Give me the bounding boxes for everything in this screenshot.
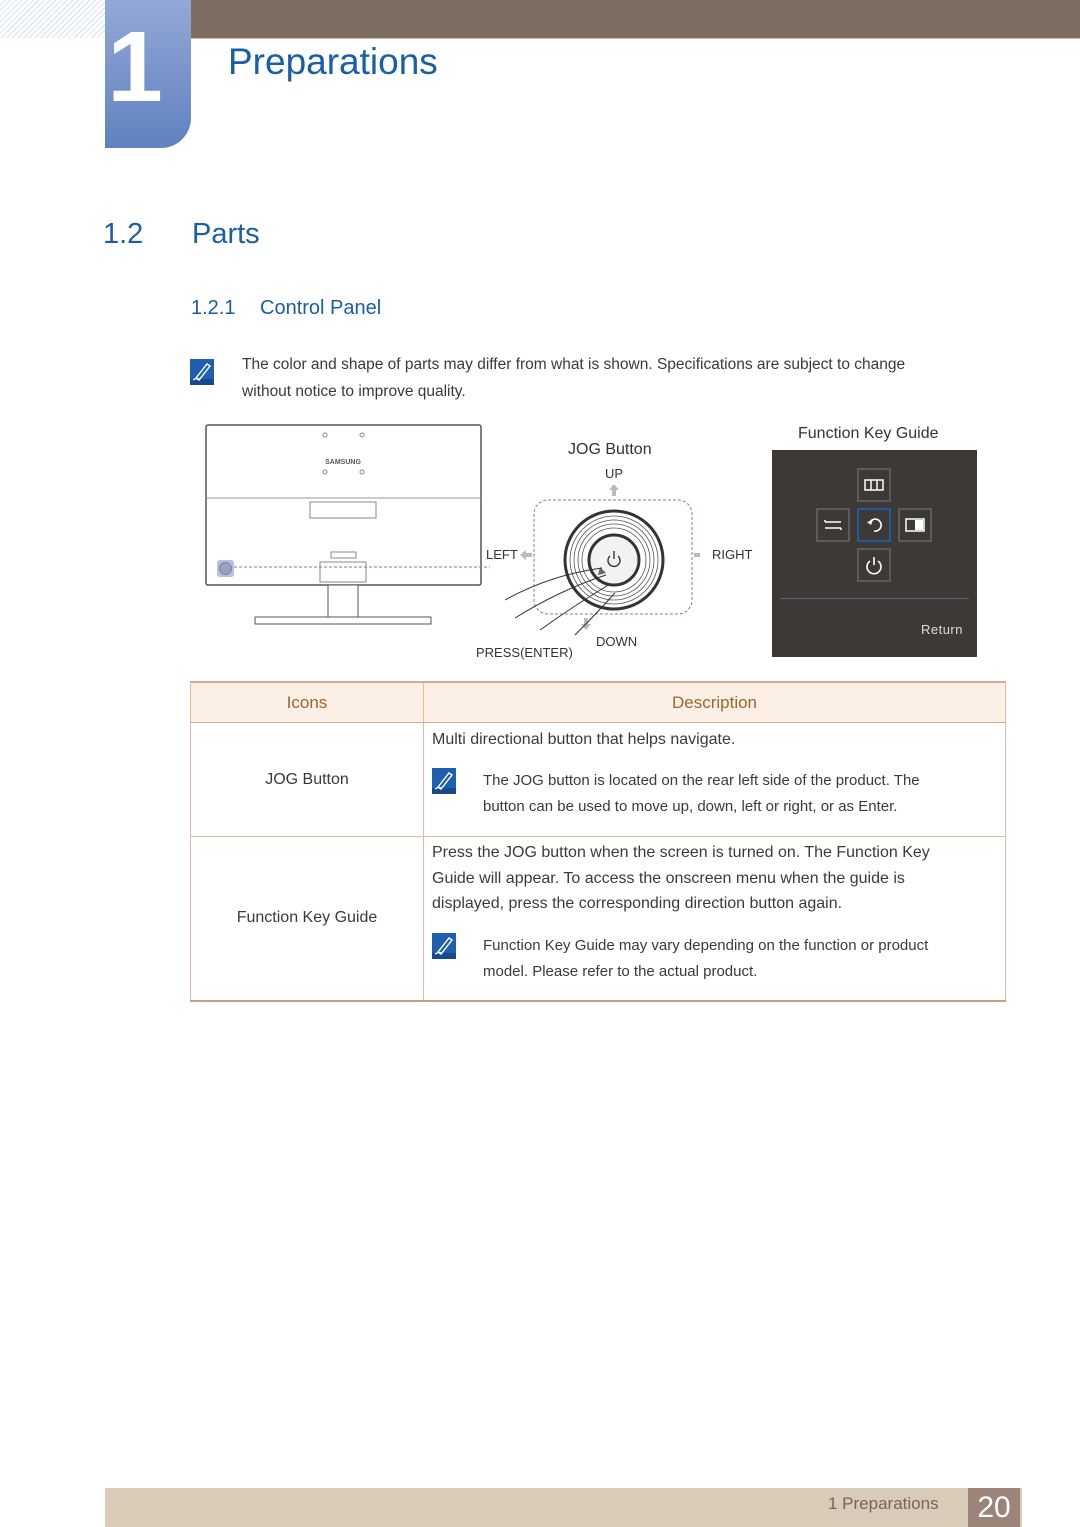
monitor-brand-label: SAMSUNG xyxy=(325,459,361,466)
intro-note-line-1: The color and shape of parts may differ … xyxy=(242,356,906,373)
jog-title: JOG Button xyxy=(568,441,652,458)
return-icon xyxy=(867,518,882,532)
source-icon xyxy=(824,520,842,530)
section-title: Parts xyxy=(192,218,260,250)
fkg-description-line-1: Press the JOG button when the screen is … xyxy=(432,844,930,861)
jog-button-illustration xyxy=(504,484,700,636)
fkg-return-button xyxy=(857,508,891,542)
header-hatch-decoration xyxy=(0,0,105,38)
fkg-note-line-1: Function Key Guide may vary depending on… xyxy=(483,936,929,954)
fkg-note-line-2: model. Please refer to the actual produc… xyxy=(483,962,758,980)
footer-chapter-label: 1 Preparations xyxy=(828,1494,939,1513)
fkg-description-line-2: Guide will appear. To access the onscree… xyxy=(432,869,905,887)
note-pencil-icon xyxy=(432,768,483,820)
pip-icon xyxy=(905,518,925,532)
control-panel-table: Icons Description JOG Button Multi direc… xyxy=(190,681,1006,1002)
fkg-menu-button xyxy=(857,468,891,502)
table-cell-description: Multi directional button that helps navi… xyxy=(423,722,1006,837)
table-cell-icon: JOG Button xyxy=(190,722,424,837)
fkg-source-button xyxy=(816,508,850,542)
jog-right-label: RIGHT xyxy=(712,547,753,562)
menu-icon xyxy=(864,479,884,491)
jog-press-label: PRESS(ENTER) xyxy=(476,645,573,660)
table-row: Function Key Guide Press the JOG button … xyxy=(190,836,1006,1002)
table-cell-icon: Function Key Guide xyxy=(190,836,424,1002)
table-header-icons: Icons xyxy=(190,681,424,723)
fkg-description-line-3: displayed, press the corresponding direc… xyxy=(432,895,843,912)
arrow-right-icon xyxy=(694,550,700,560)
note-pencil-icon xyxy=(190,359,214,385)
intro-note-line-2: without notice to improve quality. xyxy=(242,383,466,400)
table-header-description: Description xyxy=(423,681,1006,723)
jog-note-line-2: button can be used to move up, down, lef… xyxy=(483,798,898,815)
arrow-left-icon xyxy=(520,550,532,560)
subsection-number: 1.2.1 xyxy=(191,297,236,319)
note-pencil-icon xyxy=(432,932,483,985)
arrow-up-icon xyxy=(609,484,619,496)
subsection-title: Control Panel xyxy=(260,297,382,319)
function-key-guide-panel: Return xyxy=(772,450,977,657)
jog-up-label: UP xyxy=(605,466,624,481)
power-icon xyxy=(866,557,882,575)
table-row: JOG Button Multi directional button that… xyxy=(190,722,1006,837)
page-number: 20 xyxy=(968,1488,1020,1527)
monitor-rear-illustration: SAMSUNG xyxy=(205,424,490,625)
fkg-pip-button xyxy=(898,508,932,542)
fkg-return-label: Return xyxy=(920,622,963,637)
chapter-title: Preparations xyxy=(228,41,438,82)
jog-description: Multi directional button that helps navi… xyxy=(432,731,736,748)
header-bar xyxy=(190,0,1080,38)
fkg-divider xyxy=(780,598,969,599)
fkg-power-button xyxy=(857,548,891,582)
table-cell-description: Press the JOG button when the screen is … xyxy=(423,836,1006,1002)
jog-note-line-1: The JOG button is located on the rear le… xyxy=(483,772,920,789)
fkg-title: Function Key Guide xyxy=(798,425,939,442)
section-number: 1.2 xyxy=(103,218,144,250)
table-header-row: Icons Description xyxy=(190,681,1006,723)
chapter-number: 1 xyxy=(107,11,163,123)
